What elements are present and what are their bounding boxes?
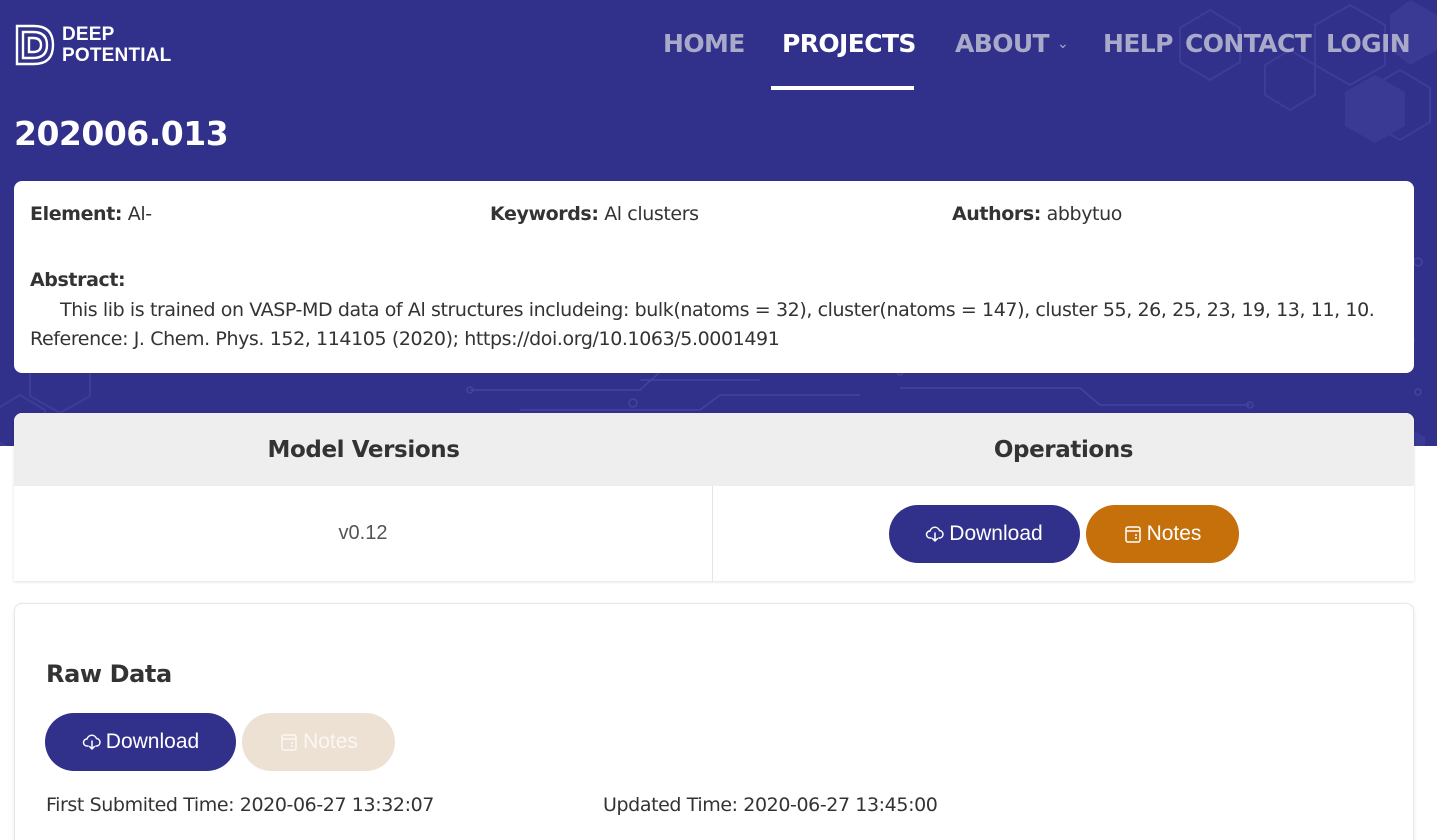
nav-login[interactable]: LOGIN: [1326, 28, 1411, 60]
keywords-label: Keywords:: [490, 203, 599, 225]
nav-help[interactable]: HELP: [1103, 28, 1173, 60]
first-submitted-time: First Submited Time: 2020-06-27 13:32:07: [46, 794, 434, 816]
nav-projects[interactable]: PROJECTS: [782, 28, 916, 60]
raw-data-buttons: Download Notes: [45, 713, 395, 771]
raw-data-card: Raw Data Download Notes First Submited T…: [14, 603, 1414, 840]
model-notes-button[interactable]: Notes: [1085, 504, 1239, 563]
notes-icon: [281, 734, 297, 751]
authors-label: Authors:: [952, 203, 1041, 225]
nav-about[interactable]: ABOUT ⌄: [955, 28, 1069, 60]
project-info-card: Element: Al- Keywords: Al clusters Autho…: [14, 181, 1414, 373]
element-label: Element:: [30, 203, 123, 225]
operations-cell: Download Notes: [713, 486, 1414, 581]
notes-icon: [1124, 525, 1141, 543]
model-notes-label: Notes: [1146, 521, 1202, 545]
cloud-download-icon: [82, 734, 101, 750]
brand-name: DEEP POTENTIAL: [62, 24, 171, 66]
model-version-cell: v0.12: [14, 486, 713, 581]
keywords-field: Keywords: Al clusters: [490, 203, 699, 225]
cloud-download-icon: [926, 526, 944, 542]
model-download-button[interactable]: Download: [888, 504, 1080, 563]
page-title: 202006.013: [14, 114, 229, 153]
authors-field: Authors: abbytuo: [952, 203, 1122, 225]
raw-notes-button[interactable]: Notes: [242, 713, 395, 771]
column-header-model-versions: Model Versions: [14, 413, 713, 486]
raw-notes-label: Notes: [303, 730, 358, 753]
nav-home[interactable]: HOME: [663, 28, 745, 60]
element-value: Al-: [127, 203, 152, 225]
authors-value: abbytuo: [1046, 203, 1123, 225]
model-download-label: Download: [949, 521, 1043, 545]
brand-logo[interactable]: DEEP POTENTIAL: [14, 22, 171, 68]
nav-about-label: ABOUT: [955, 29, 1050, 58]
raw-download-button[interactable]: Download: [45, 713, 236, 771]
brand-line-1: DEEP: [62, 24, 115, 45]
brand-line-2: POTENTIAL: [62, 45, 172, 66]
abstract-text: This lib is trained on VASP-MD data of A…: [30, 299, 1375, 350]
nav-active-indicator: [771, 86, 914, 90]
column-header-operations: Operations: [713, 413, 1414, 486]
chevron-down-icon: ⌄: [1057, 36, 1069, 52]
deep-potential-logo-icon: [15, 24, 55, 66]
updated-time: Updated Time: 2020-06-27 13:45:00: [603, 794, 938, 816]
model-versions-table: Model Versions Operations v0.12 Download…: [14, 413, 1414, 581]
nav-contact[interactable]: CONTACT: [1185, 28, 1312, 60]
keywords-value: Al clusters: [604, 203, 699, 225]
raw-data-title: Raw Data: [46, 660, 172, 688]
raw-download-label: Download: [105, 730, 200, 753]
element-field: Element: Al-: [30, 203, 152, 225]
abstract-label: Abstract:: [30, 269, 126, 291]
